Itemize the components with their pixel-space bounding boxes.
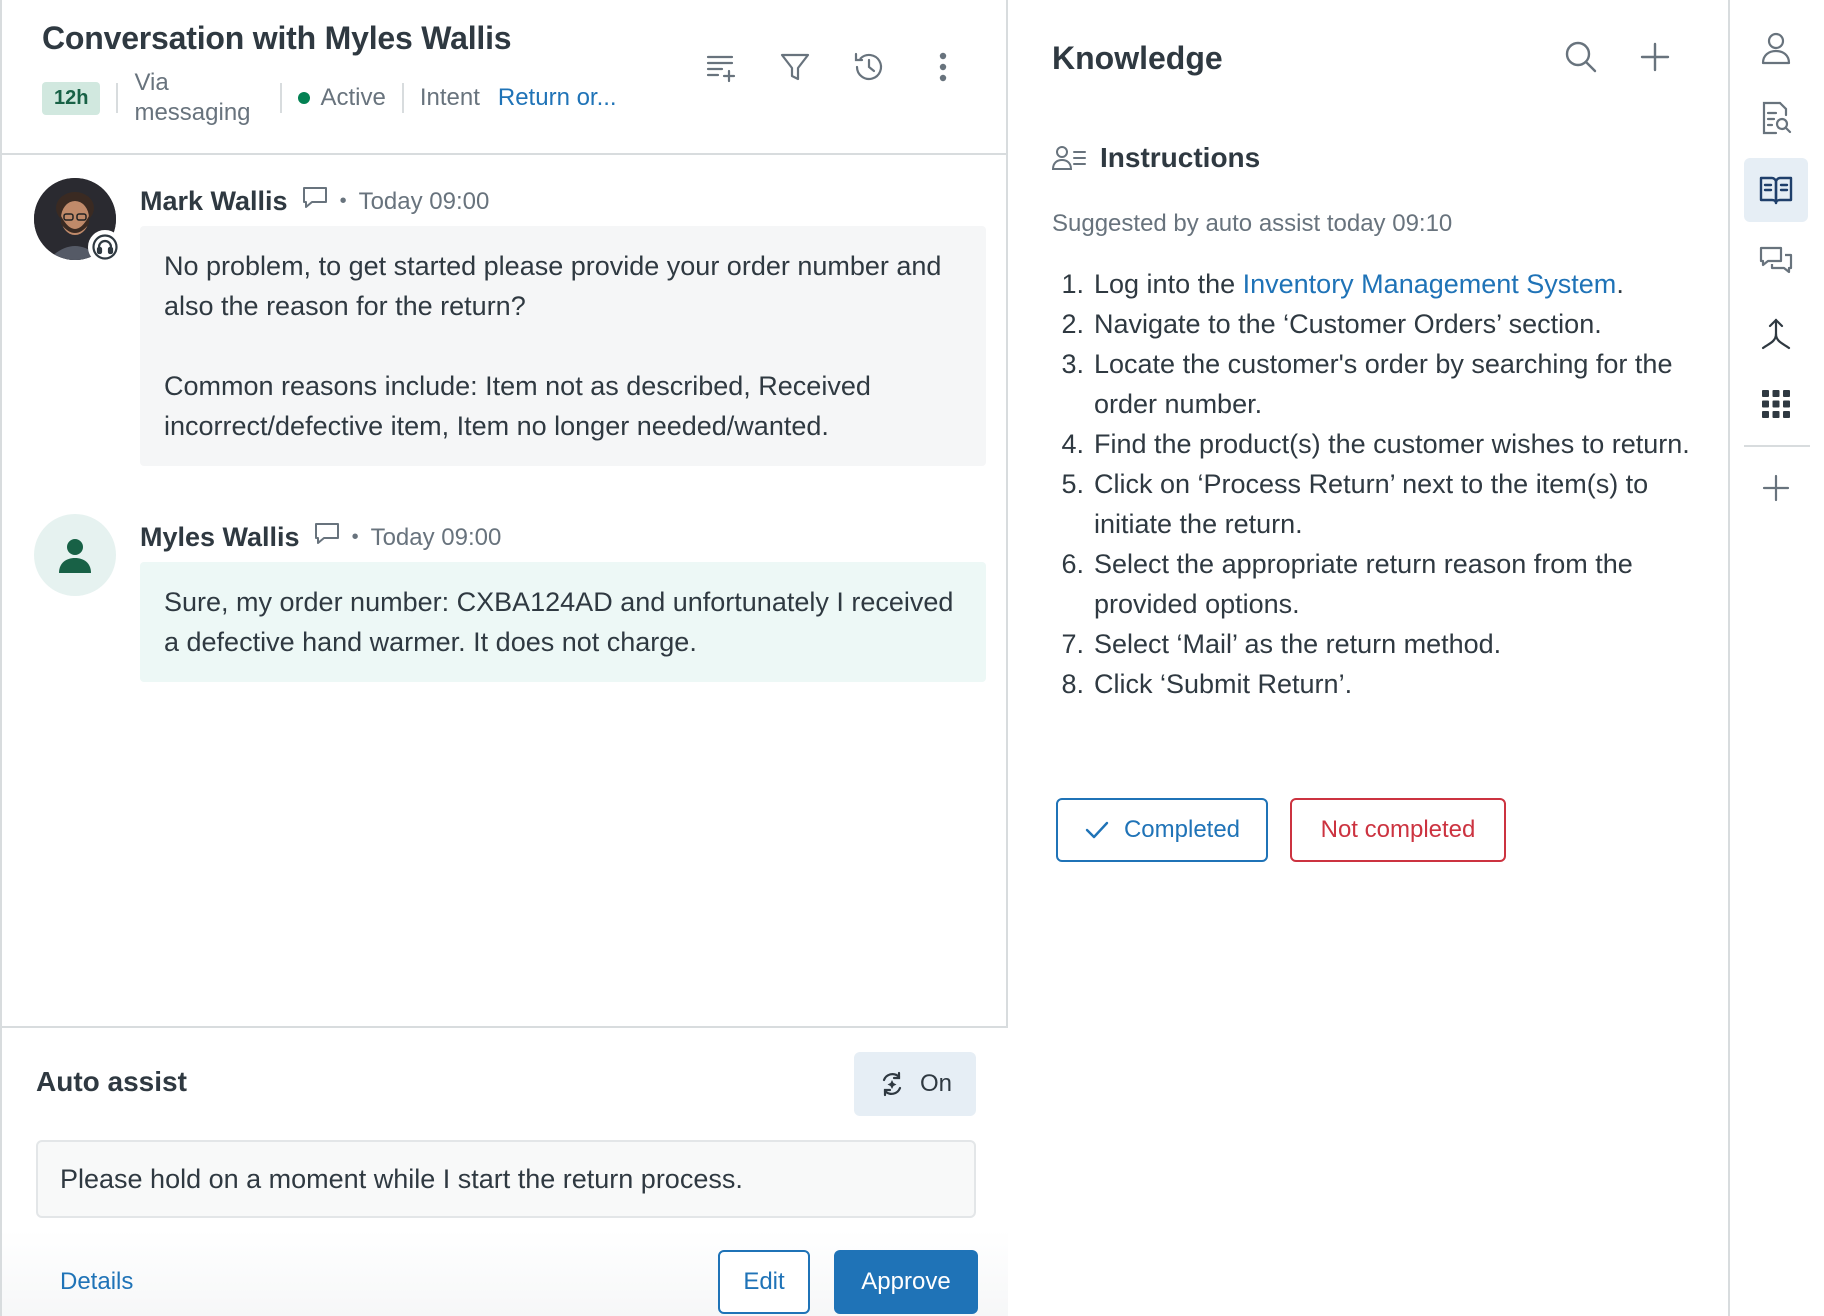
apps-grid-icon[interactable] — [1744, 372, 1808, 436]
step-text: Click on ‘Process Return’ next to the it… — [1094, 469, 1649, 539]
status-dot — [298, 92, 311, 104]
divider — [401, 83, 404, 113]
message-customer: Myles Wallis • Today 09:00 Sure, my orde… — [34, 514, 986, 694]
message-time: Today 09:00 — [370, 523, 502, 551]
instructions-header: Instructions — [1052, 142, 1260, 174]
message-bubble: No problem, to get started please provid… — [140, 226, 986, 466]
instruction-step: 4. Find the product(s) the customer wishe… — [1052, 424, 1692, 464]
message-time: Today 09:00 — [358, 187, 490, 215]
inventory-system-link[interactable]: Inventory Management System — [1243, 269, 1617, 299]
step-number: 3. — [1061, 349, 1084, 379]
auto-assist-icon — [882, 1071, 902, 1097]
step-number: 1. — [1061, 269, 1084, 299]
instruction-step: 5. Click on ‘Process Return’ next to the … — [1052, 464, 1692, 544]
document-search-icon[interactable] — [1744, 86, 1808, 150]
instructions-title: Instructions — [1100, 142, 1261, 173]
channel-label: Via messaging — [134, 69, 251, 126]
step-text: Select the appropriate return reason fro… — [1094, 549, 1633, 619]
app-rail — [1732, 0, 1824, 1316]
auto-assist-title: Auto assist — [36, 1066, 187, 1097]
edit-button[interactable]: Edit — [718, 1250, 810, 1314]
separator-dot: • — [351, 526, 359, 548]
headset-icon — [88, 230, 122, 264]
agent-avatar — [34, 178, 122, 264]
status-label: Active — [320, 84, 386, 111]
auto-assist-toggle-label: On — [919, 1070, 952, 1097]
plus-icon[interactable] — [1638, 40, 1672, 74]
knowledge-title: Knowledge — [1052, 40, 1223, 76]
details-link[interactable]: Details — [60, 1268, 133, 1296]
step-text: Find the product(s) the customer wishes … — [1094, 429, 1690, 459]
auto-assist-panel: Auto assist On Please hold on a moment w… — [2, 1026, 1008, 1316]
step-number: 4. — [1061, 429, 1084, 459]
step-text: Navigate to the ‘Customer Orders’ sectio… — [1094, 309, 1602, 339]
step-number: 5. — [1061, 469, 1084, 499]
message-author: Myles Wallis — [140, 522, 300, 552]
message-header: Mark Wallis • Today 09:00 — [140, 186, 489, 217]
overflow-menu-icon[interactable] — [926, 50, 960, 84]
step-text-part: Log into the — [1094, 269, 1243, 299]
divider — [116, 83, 119, 113]
step-number: 7. — [1061, 629, 1084, 659]
instruction-step: 1. Log into the Inventory Management Syst… — [1052, 264, 1692, 304]
suggested-by-text: Suggested by auto assist today 09:10 — [1052, 210, 1453, 237]
header-toolbar — [704, 50, 960, 84]
conversation-header: Conversation with Myles Wallis 12h Via m… — [2, 0, 1008, 155]
instruction-step: 6. Select the appropriate return reason f… — [1052, 544, 1692, 624]
message-bubble: Sure, my order number: CXBA124AD and unf… — [140, 562, 986, 682]
message-paragraph: No problem, to get started please provid… — [164, 251, 942, 321]
completed-label: Completed — [1123, 816, 1241, 843]
step-text: Locate the customer's order by searching… — [1094, 349, 1673, 419]
conversation-meta: 12h Via messaging Active Intent Return o… — [42, 68, 617, 128]
step-number: 8. — [1061, 669, 1084, 699]
instruction-step: 2. Navigate to the ‘Customer Orders’ sect… — [1052, 304, 1692, 344]
intent-link[interactable]: Return or... — [498, 84, 617, 112]
message-agent: Mark Wallis • Today 09:00 No problem, to… — [34, 178, 986, 478]
step-text: Select ‘Mail’ as the return method. — [1094, 629, 1502, 659]
instruction-steps: 1. Log into the Inventory Management Syst… — [1052, 264, 1692, 704]
instructions-icon — [1052, 146, 1086, 170]
merge-icon[interactable] — [1744, 302, 1808, 366]
auto-assist-toggle[interactable]: On — [854, 1052, 976, 1116]
suggested-reply[interactable]: Please hold on a moment while I start th… — [36, 1140, 976, 1218]
rail-divider — [1744, 445, 1810, 447]
plus-icon[interactable] — [1744, 456, 1808, 520]
conversation-panel: Conversation with Myles Wallis 12h Via m… — [0, 0, 1008, 1316]
divider — [280, 83, 283, 113]
add-to-list-icon[interactable] — [704, 50, 738, 84]
chat-channel-icon — [302, 186, 328, 217]
message-author: Mark Wallis — [140, 186, 288, 216]
approve-button[interactable]: Approve — [834, 1250, 978, 1314]
separator-dot: • — [339, 190, 347, 212]
instruction-step: 7. Select ‘Mail’ as the return method. — [1052, 624, 1692, 664]
completed-button[interactable]: Completed — [1056, 798, 1268, 862]
chat-channel-icon — [314, 522, 340, 553]
not-completed-button[interactable]: Not completed — [1290, 798, 1506, 862]
step-number: 6. — [1061, 549, 1084, 579]
history-icon[interactable] — [852, 50, 886, 84]
message-paragraph: Sure, my order number: CXBA124AD and unf… — [164, 587, 954, 657]
knowledge-toolbar — [1564, 40, 1672, 74]
search-icon[interactable] — [1564, 40, 1598, 74]
conversation-title: Conversation with Myles Wallis — [42, 20, 512, 56]
user-icon[interactable] — [1744, 16, 1808, 80]
step-text: Click ‘Submit Return’. — [1094, 669, 1353, 699]
instruction-step: 3. Locate the customer's order by searchi… — [1052, 344, 1692, 424]
filter-icon[interactable] — [778, 50, 812, 84]
message-paragraph: Common reasons include: Item not as desc… — [164, 371, 871, 441]
time-badge: 12h — [42, 81, 101, 115]
chat-bubbles-icon[interactable] — [1744, 230, 1808, 294]
customer-avatar — [34, 514, 116, 596]
step-text-part: . — [1616, 269, 1624, 299]
step-number: 2. — [1061, 309, 1084, 339]
book-icon[interactable] — [1744, 158, 1808, 222]
checkmark-icon — [1085, 821, 1109, 839]
instruction-step: 8. Click ‘Submit Return’. — [1052, 664, 1692, 704]
step-text: Log into the Inventory Management System… — [1094, 264, 1692, 304]
message-header: Myles Wallis • Today 09:00 — [140, 522, 501, 553]
intent-label: Intent — [419, 84, 480, 111]
knowledge-panel: Knowledge Instructions Suggested by auto… — [1010, 0, 1730, 1316]
